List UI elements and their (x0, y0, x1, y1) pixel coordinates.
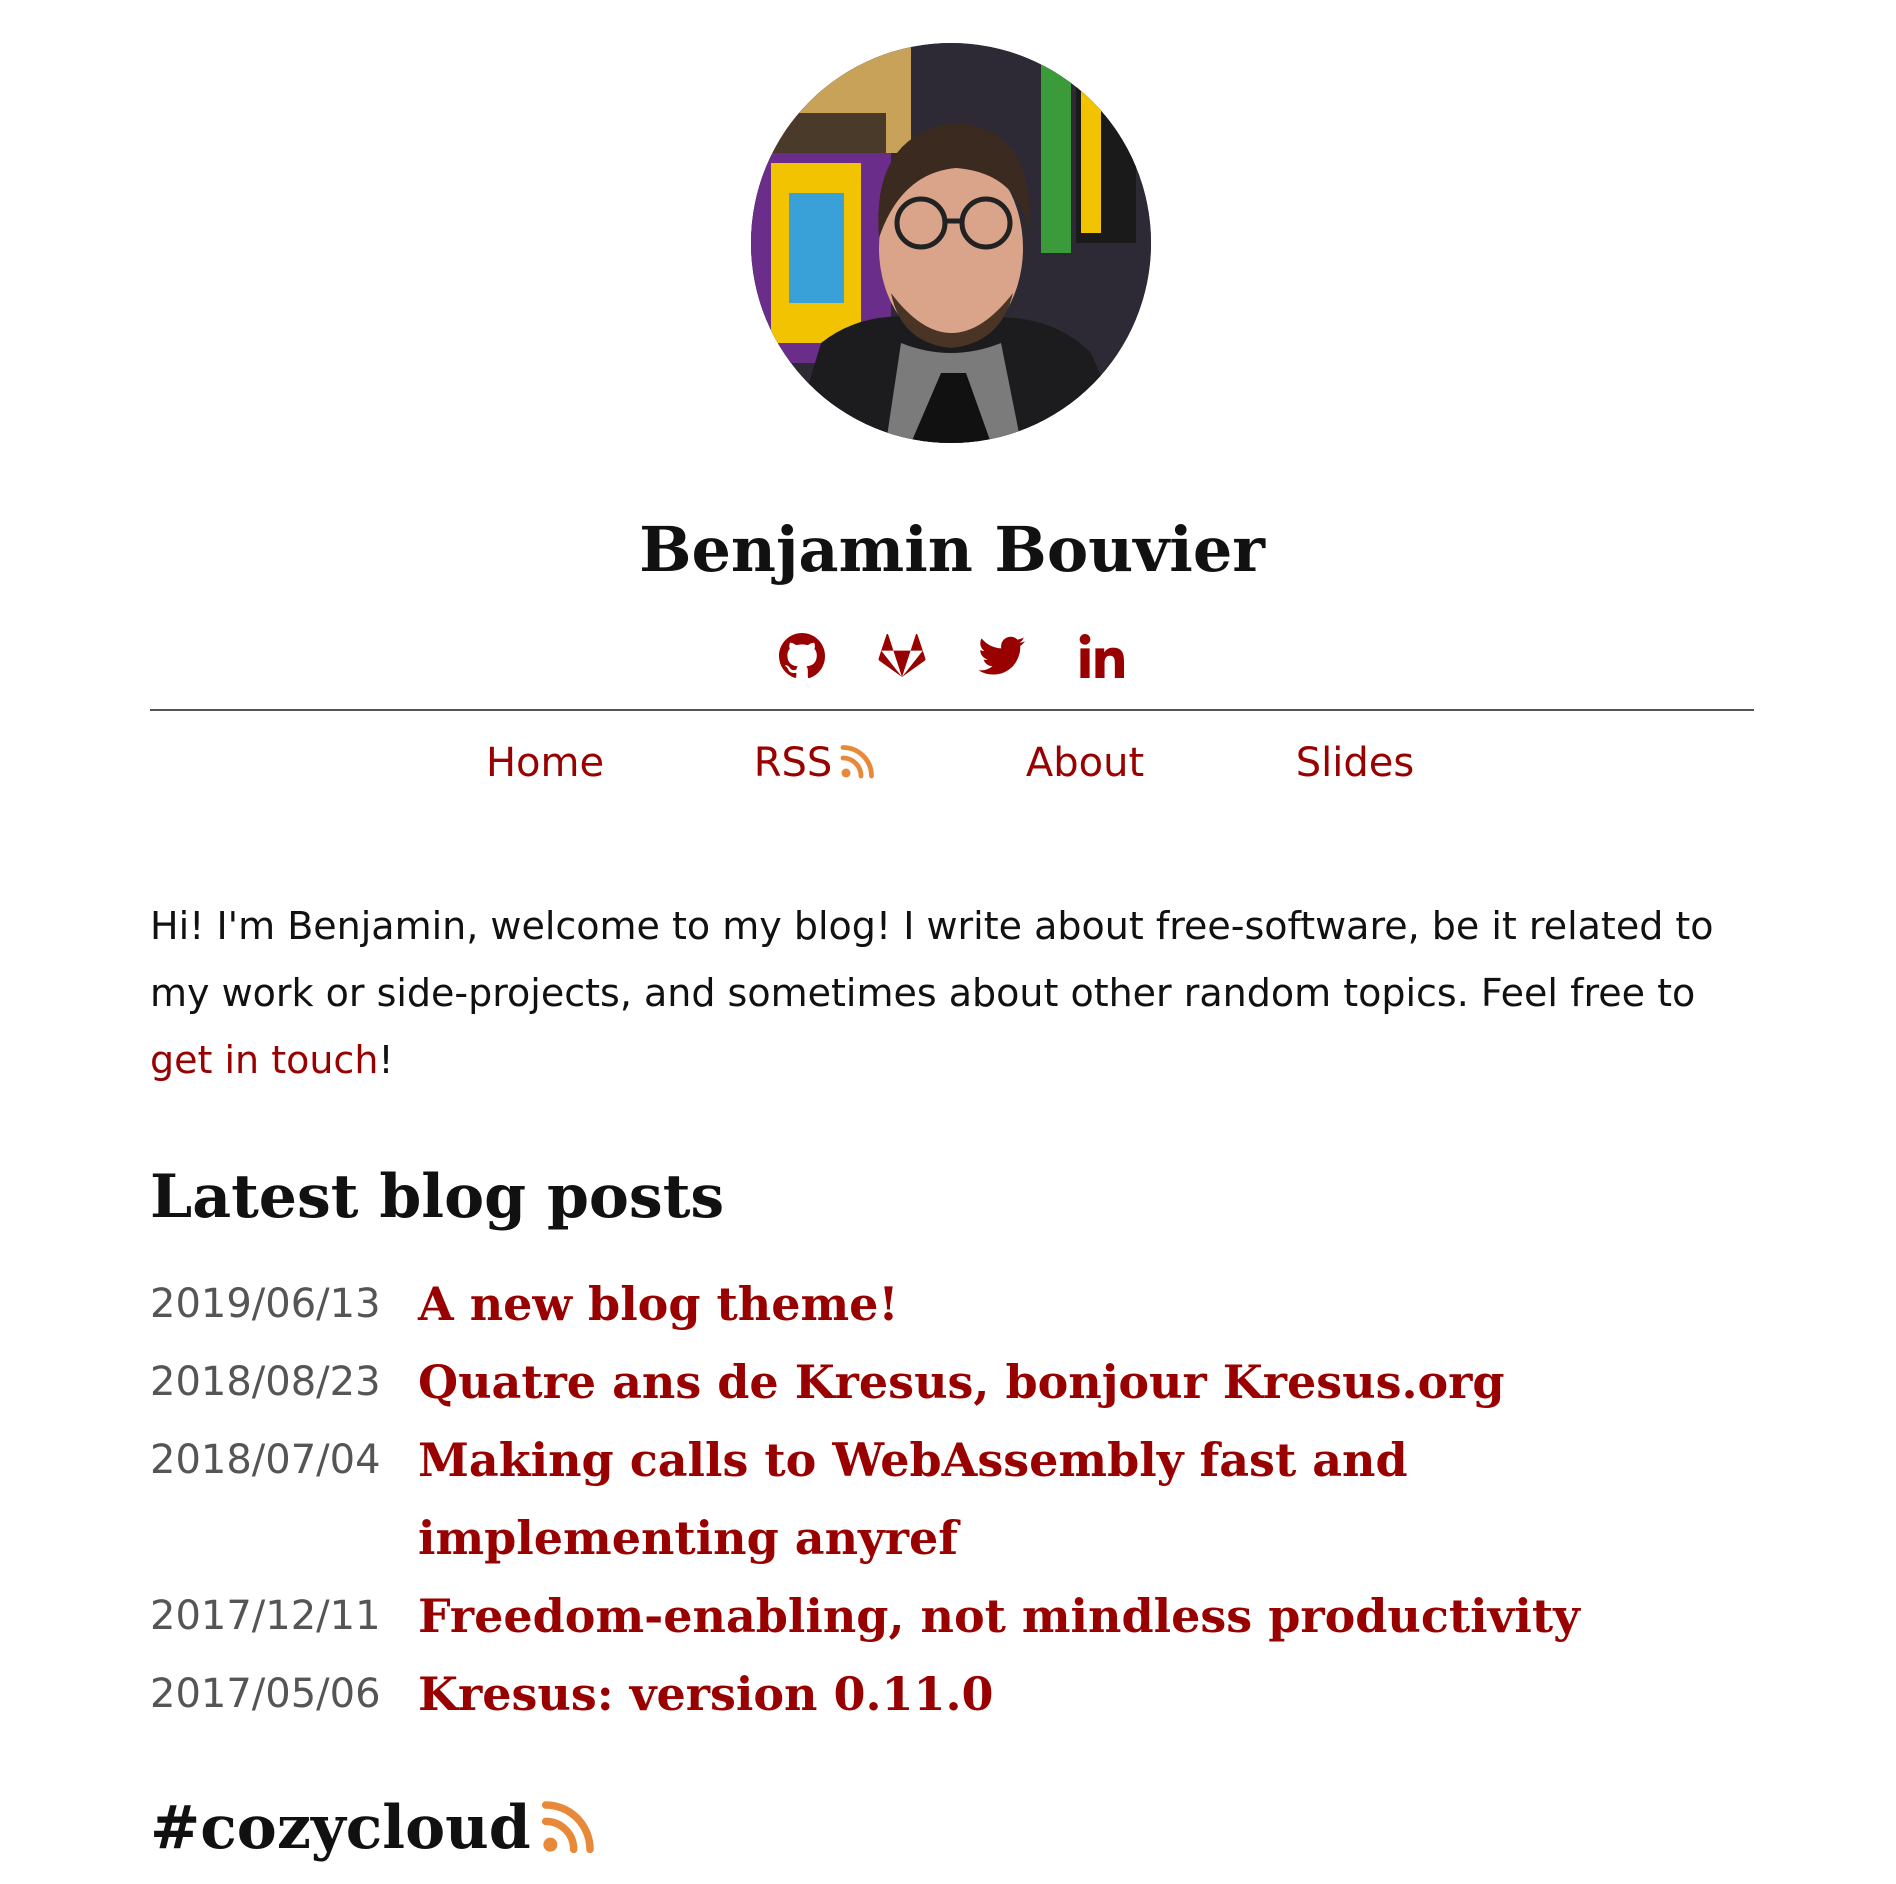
post-title-link[interactable]: A new blog theme! (418, 1265, 1754, 1343)
intro-text: Hi! I'm Benjamin, welcome to my blog! I … (150, 904, 1714, 1015)
twitter-icon (978, 636, 1025, 675)
linkedin-link[interactable] (1077, 628, 1127, 684)
nav-slides-label: Slides (1295, 740, 1415, 786)
post-date: 2017/12/11 (150, 1593, 381, 1639)
github-icon (779, 633, 826, 679)
github-link[interactable] (777, 628, 827, 684)
post-item: 2019/06/13 A new blog theme! (150, 1265, 1754, 1343)
nav-slides-link[interactable]: Slides (1220, 735, 1490, 791)
site-title: Benjamin Bouvier (639, 513, 1265, 586)
post-item: 2018/07/04 Making calls to WebAssembly f… (150, 1421, 1754, 1577)
nav-about-link[interactable]: About (950, 735, 1220, 791)
post-title-link[interactable]: Kresus: version 0.11.0 (418, 1655, 1754, 1733)
post-item: 2017/05/06 Kresus: version 0.11.0 (150, 1655, 1754, 1733)
gitlab-icon (878, 634, 926, 677)
post-title-link[interactable]: Quatre ans de Kresus, bonjour Kresus.org (418, 1343, 1754, 1421)
rss-icon (840, 745, 875, 779)
social-links (150, 628, 1754, 684)
cozycloud-heading-label: #cozycloud (150, 1793, 531, 1863)
twitter-link[interactable] (977, 628, 1027, 684)
post-list: 2019/06/13 A new blog theme! 2018/08/23 … (150, 1265, 1754, 1733)
post-title-link[interactable]: Making calls to WebAssembly fast and imp… (418, 1421, 1754, 1577)
post-date: 2019/06/13 (150, 1281, 381, 1327)
nav-home-label: Home (485, 740, 605, 786)
linkedin-icon (1079, 634, 1125, 678)
post-item: 2018/08/23 Quatre ans de Kresus, bonjour… (150, 1343, 1754, 1421)
rss-icon[interactable] (541, 1798, 597, 1854)
nav-home-link[interactable]: Home (410, 735, 680, 791)
get-in-touch-link[interactable]: get in touch (150, 1038, 378, 1082)
avatar-photo (751, 43, 1151, 443)
latest-posts-heading: Latest blog posts (150, 1162, 725, 1232)
header-divider (150, 709, 1754, 711)
intro-paragraph: Hi! I'm Benjamin, welcome to my blog! I … (150, 893, 1754, 1094)
post-date: 2018/08/23 (150, 1359, 381, 1405)
post-title-link[interactable]: Freedom-enabling, not mindless productiv… (418, 1577, 1754, 1655)
avatar[interactable] (751, 43, 1151, 443)
page: Benjamin Bouvier Home RSS About Slides H… (150, 0, 1754, 1884)
intro-text-end: ! (378, 1038, 394, 1082)
nav-about-label: About (1025, 740, 1145, 786)
nav-rss-label: RSS (753, 740, 833, 786)
gitlab-link[interactable] (877, 628, 927, 684)
cozycloud-heading: #cozycloud (150, 1788, 597, 1868)
post-item: 2017/12/11 Freedom-enabling, not mindles… (150, 1577, 1754, 1655)
nav-rss-link[interactable]: RSS (680, 735, 950, 791)
main-nav: Home RSS About Slides (410, 735, 1490, 791)
post-date: 2018/07/04 (150, 1437, 381, 1483)
post-date: 2017/05/06 (150, 1671, 381, 1717)
